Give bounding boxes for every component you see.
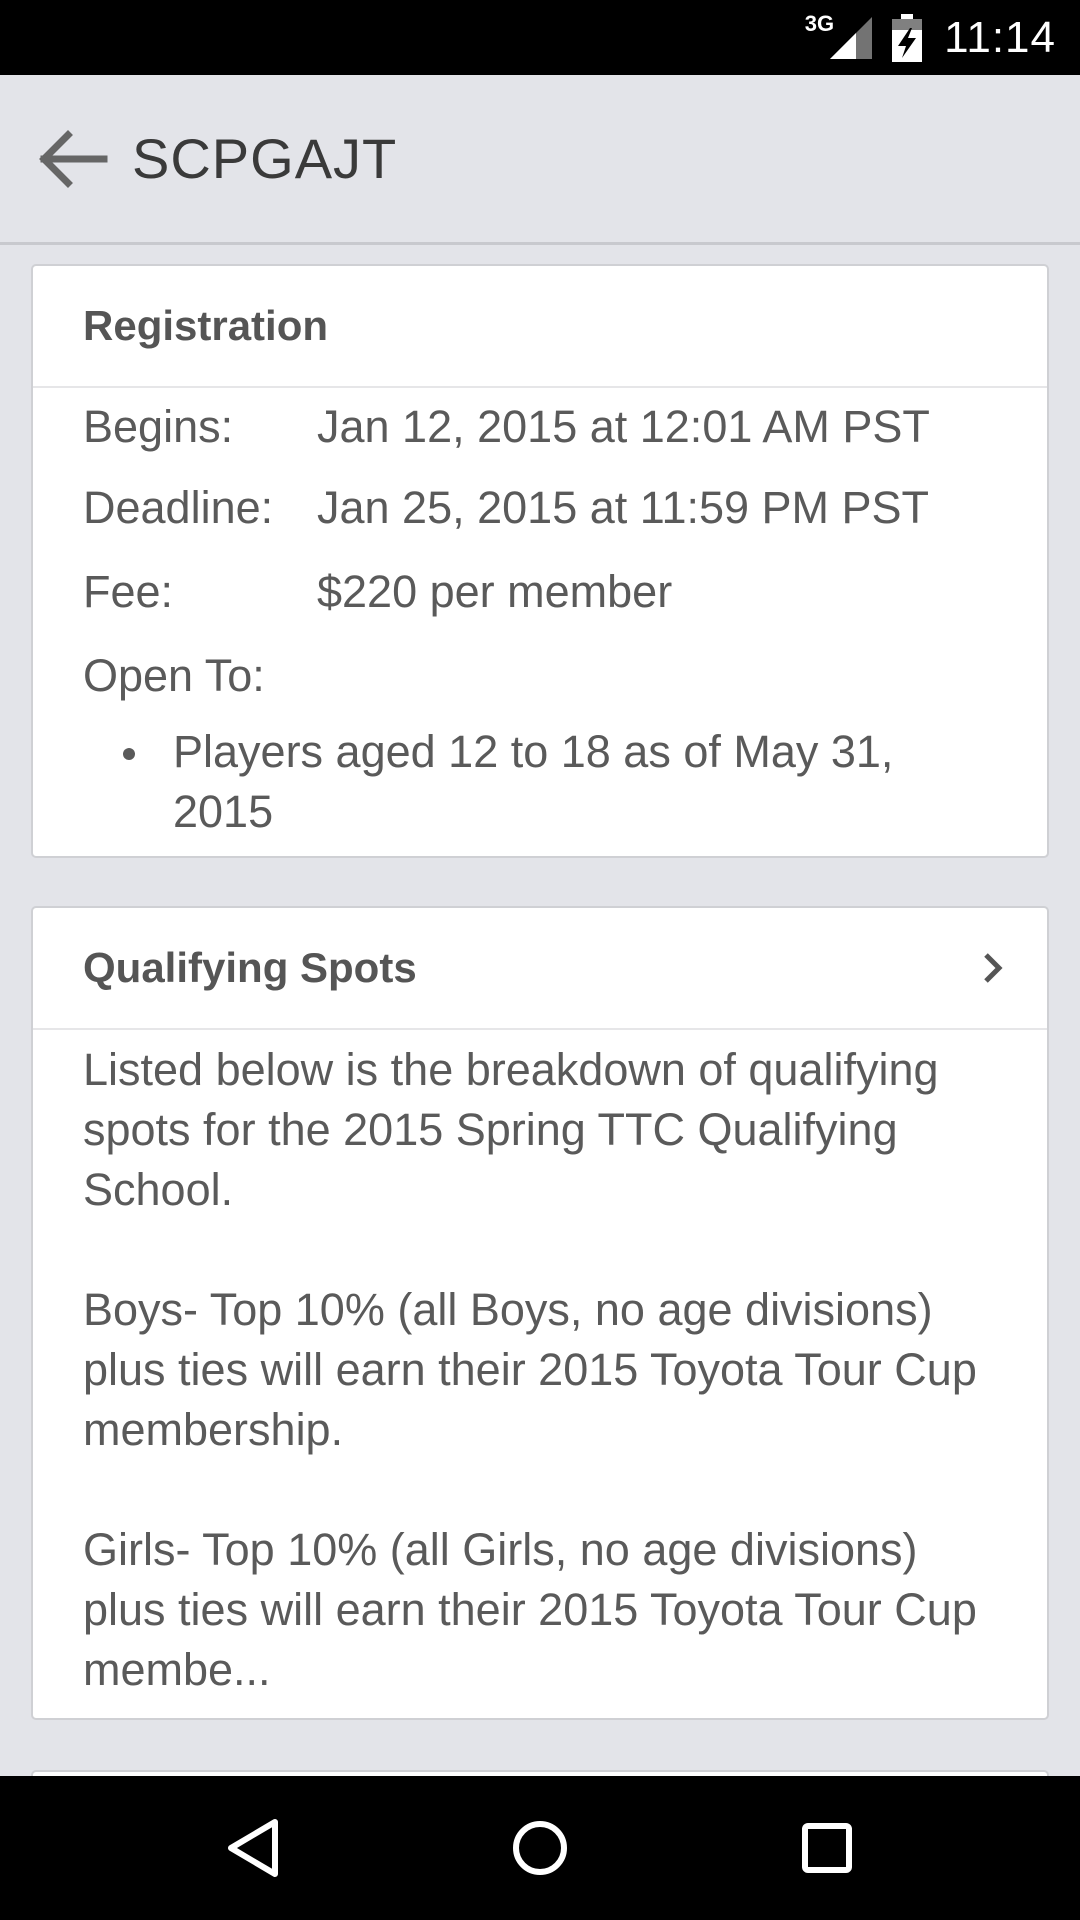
arrow-back-icon xyxy=(39,129,108,188)
deadline-label: Deadline: xyxy=(83,482,274,533)
status-bar: 3G 11:14 xyxy=(0,0,1080,75)
battery-charging-icon xyxy=(892,13,923,62)
navigation-bar xyxy=(0,1776,1080,1920)
page-title: SCPGAJT xyxy=(132,127,398,190)
qualifying-paragraph: Boys- Top 10% (all Boys, no age division… xyxy=(83,1284,977,1455)
registration-body: Begins: Jan 12, 2015 at 12:01 AM PST Dea… xyxy=(33,388,1047,856)
nav-home-button[interactable] xyxy=(480,1788,600,1908)
fee-value: $220 per member xyxy=(317,566,673,617)
registration-card-header: Registration xyxy=(33,266,1047,388)
registration-title: Registration xyxy=(83,302,329,349)
open-to-row: Open To: xyxy=(83,634,997,718)
qualifying-spots-body: Listed below is the breakdown of qualify… xyxy=(33,1030,1047,1714)
fee-row: Fee: $220 per member xyxy=(83,550,997,634)
app-bar: SCPGAJT xyxy=(0,75,1080,245)
deadline-value: Jan 25, 2015 at 11:59 PM PST xyxy=(317,482,930,533)
back-button[interactable] xyxy=(22,109,122,209)
begins-value: Jan 12, 2015 at 12:01 AM PST xyxy=(317,401,930,452)
qualifying-paragraph: Listed below is the breakdown of qualify… xyxy=(83,1044,939,1215)
qualifying-spots-title: Qualifying Spots xyxy=(83,944,417,991)
open-to-label: Open To: xyxy=(83,650,265,701)
qualifying-spots-header[interactable]: Qualifying Spots xyxy=(33,908,1047,1030)
clock: 11:14 xyxy=(944,12,1056,62)
registration-card: Registration Begins: Jan 12, 2015 at 12:… xyxy=(31,264,1049,858)
content-scroll[interactable]: Registration Begins: Jan 12, 2015 at 12:… xyxy=(0,248,1080,1776)
begins-label: Begins: xyxy=(83,401,234,452)
list-item: Players aged 12 to 18 as of May 31, 2015 xyxy=(123,722,997,842)
fee-label: Fee: xyxy=(83,566,174,617)
deadline-row: Deadline: Jan 25, 2015 at 11:59 PM PST xyxy=(83,466,997,550)
begins-row: Begins: Jan 12, 2015 at 12:01 AM PST xyxy=(83,388,997,466)
network-indicator: 3G xyxy=(805,11,873,61)
qualifying-spots-card[interactable]: Qualifying Spots Listed below is the bre… xyxy=(31,906,1049,1720)
nav-recents-button[interactable] xyxy=(767,1788,887,1908)
chevron-right-icon xyxy=(984,953,1003,983)
qualifying-paragraph: Girls- Top 10% (all Girls, no age divisi… xyxy=(83,1524,977,1695)
nav-back-button[interactable] xyxy=(193,1788,313,1908)
nav-home-icon xyxy=(512,1821,567,1875)
signal-icon xyxy=(830,16,873,59)
nav-recents-icon xyxy=(801,1823,852,1873)
nav-back-icon xyxy=(228,1819,279,1877)
open-to-list: Players aged 12 to 18 as of May 31, 2015 xyxy=(83,722,997,842)
